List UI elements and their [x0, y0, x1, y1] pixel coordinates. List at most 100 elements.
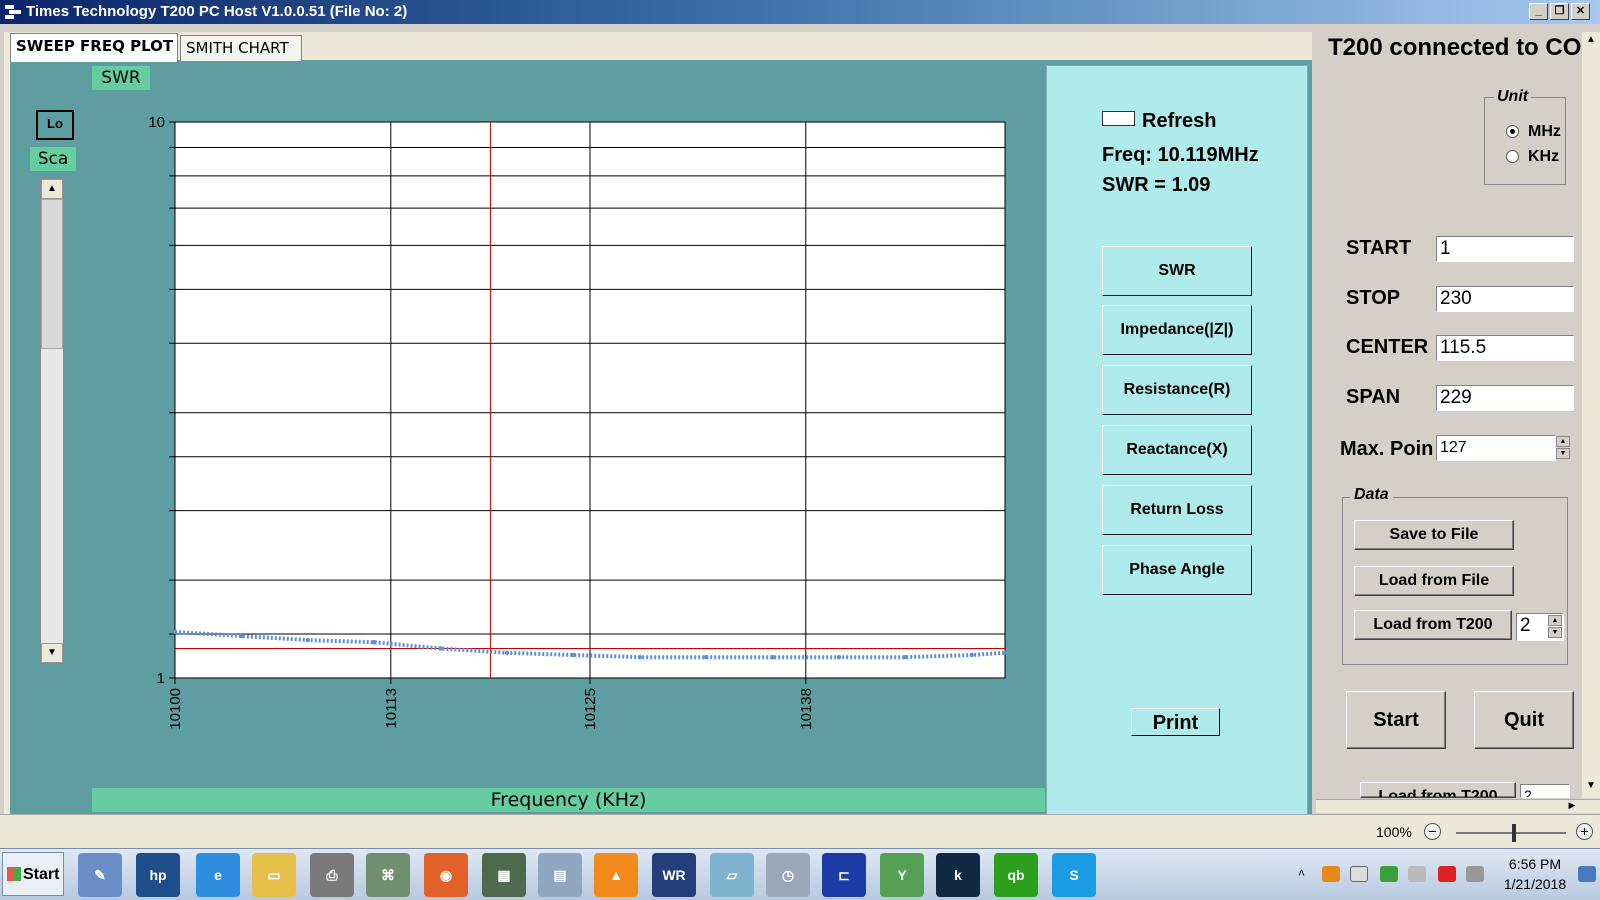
swr-data-point: [504, 650, 510, 656]
scrollbar-thumb[interactable]: [41, 199, 63, 349]
swr-mode-button[interactable]: SWR: [1102, 246, 1252, 296]
tray-mail-icon[interactable]: [1438, 866, 1456, 882]
unit-group: [1484, 97, 1566, 185]
network-icon[interactable]: [1466, 866, 1484, 882]
clock-time[interactable]: 6:56 PM: [1502, 856, 1568, 872]
max-points-up-icon[interactable]: ▲: [1556, 436, 1570, 447]
scroll-right-arrow-icon[interactable]: ▶: [1564, 800, 1580, 813]
plot-mode-label: SWR: [92, 66, 150, 90]
quit-button[interactable]: Quit: [1474, 691, 1574, 749]
title-bar: Times Technology T200 PC Host V1.0.0.51 …: [0, 0, 1600, 24]
load-from-file-button[interactable]: Load from File: [1354, 566, 1514, 596]
scroll-down-arrow-icon[interactable]: ▼: [41, 643, 63, 663]
file-number-down-icon[interactable]: ▼: [1548, 627, 1562, 638]
max-points-label: Max. Poin: [1340, 438, 1434, 460]
swr-data-point: [969, 652, 974, 658]
zoom-slider-thumb[interactable]: [1512, 824, 1516, 842]
restore-button[interactable]: ❐: [1550, 3, 1569, 20]
stop-input[interactable]: 230: [1436, 286, 1574, 312]
tab-smith-chart[interactable]: SMITH CHART: [180, 35, 302, 61]
file-number-input-partial[interactable]: 2: [1520, 784, 1570, 798]
y-tick-label: 10: [148, 114, 165, 131]
tray-expand-icon[interactable]: ˄: [1298, 866, 1316, 882]
winrar-icon[interactable]: WR: [652, 853, 696, 897]
print-button[interactable]: Print: [1131, 708, 1220, 736]
max-points-down-icon[interactable]: ▼: [1556, 448, 1570, 459]
clock-date[interactable]: 1/21/2018: [1502, 876, 1568, 892]
zoom-level: 100%: [1376, 824, 1412, 840]
start-button[interactable]: Start: [2, 852, 64, 896]
refresh-checkbox[interactable]: [1102, 111, 1135, 126]
tab-sweep-freq-plot[interactable]: SWEEP FREQ PLOT: [10, 33, 178, 62]
swr-data-point: [305, 637, 310, 643]
printer-icon[interactable]: ⎙: [310, 853, 354, 897]
swr-data-point: [372, 639, 377, 645]
return-loss-mode-button[interactable]: Return Loss: [1102, 485, 1252, 535]
mhz-radio[interactable]: [1506, 125, 1519, 138]
zoom-out-icon[interactable]: −: [1424, 823, 1441, 840]
internet-explorer-icon[interactable]: e: [196, 853, 240, 897]
tray-app-icon[interactable]: [1322, 866, 1340, 882]
stopwatch-icon[interactable]: ◷: [766, 853, 810, 897]
control-panel-hscrollbar[interactable]: ▶: [1316, 799, 1600, 813]
scanner-icon[interactable]: ✎: [78, 853, 122, 897]
skype-icon[interactable]: S: [1052, 853, 1096, 897]
unit-group-legend: Unit: [1494, 88, 1532, 106]
scroll-down-arrow-icon[interactable]: ▼: [1583, 780, 1599, 796]
scale-scrollbar[interactable]: ▲ ▼: [40, 178, 64, 664]
antenna-app-icon[interactable]: Y: [880, 853, 924, 897]
max-points-input[interactable]: 127: [1436, 435, 1556, 461]
swr-data-point: [172, 629, 178, 635]
zoom-in-icon[interactable]: +: [1576, 823, 1593, 840]
quickbooks-icon[interactable]: qb: [994, 853, 1038, 897]
notes-icon[interactable]: ▱: [710, 853, 754, 897]
hp-icon[interactable]: hp: [136, 853, 180, 897]
calculator-icon[interactable]: ▤: [538, 853, 582, 897]
network-app-icon[interactable]: ⌘: [366, 853, 410, 897]
scroll-up-arrow-icon[interactable]: ▲: [1583, 34, 1599, 50]
save-to-file-button[interactable]: Save to File: [1354, 520, 1514, 550]
zoom-slider[interactable]: [1456, 832, 1566, 834]
span-label: SPAN: [1346, 386, 1401, 408]
span-input[interactable]: 229: [1436, 385, 1574, 411]
swr-data-point: [637, 654, 642, 660]
file-explorer-icon[interactable]: ▭: [252, 853, 296, 897]
resistance-mode-button[interactable]: Resistance(R): [1102, 365, 1252, 415]
start-sweep-button[interactable]: Start: [1346, 691, 1446, 749]
data-group-legend: Data: [1350, 486, 1393, 504]
laptop-icon[interactable]: ▦: [482, 853, 526, 897]
load-from-t200-button-partial[interactable]: Load from T200: [1360, 782, 1516, 798]
minimize-button[interactable]: _: [1529, 3, 1548, 20]
reactance-mode-button[interactable]: Reactance(X): [1102, 425, 1252, 475]
impedance-mode-button[interactable]: Impedance(|Z|): [1102, 305, 1252, 355]
x-tick-label: 10138: [798, 688, 815, 730]
phase-angle-mode-button[interactable]: Phase Angle: [1102, 545, 1252, 595]
notification-icon[interactable]: [1578, 866, 1596, 882]
start-label: START: [1346, 237, 1412, 259]
scale-label: Sca: [30, 147, 76, 171]
windows-logo-icon: [7, 867, 21, 881]
firefox-icon[interactable]: ◉: [424, 853, 468, 897]
swr-chart: 10100 10113 10125 10138 10 1: [148, 114, 1008, 730]
vlc-icon[interactable]: ▲: [594, 853, 638, 897]
status-bar: [0, 814, 1600, 848]
tray-security-icon[interactable]: [1380, 866, 1398, 882]
mhz-radio-label: MHz: [1528, 123, 1561, 140]
scroll-up-arrow-icon[interactable]: ▲: [41, 179, 63, 199]
center-input[interactable]: 115.5: [1436, 335, 1574, 361]
start-input[interactable]: 1: [1436, 236, 1574, 262]
t200-host-icon[interactable]: ⊏: [822, 853, 866, 897]
swr-readout: SWR = 1.09: [1102, 174, 1211, 196]
tray-device-icon[interactable]: [1350, 866, 1368, 882]
start-label: Start: [23, 866, 60, 883]
kindle-icon[interactable]: k: [936, 853, 980, 897]
control-panel-scrollbar[interactable]: ▲ ▼: [1582, 32, 1600, 798]
close-button[interactable]: ✕: [1571, 3, 1590, 20]
load-from-t200-button[interactable]: Load from T200: [1354, 610, 1512, 640]
log-scale-button[interactable]: Lo: [36, 110, 74, 140]
freq-readout: Freq: 10.119MHz: [1102, 144, 1259, 166]
khz-radio[interactable]: [1506, 150, 1519, 163]
file-number-up-icon[interactable]: ▲: [1548, 615, 1562, 626]
refresh-label: Refresh: [1142, 110, 1217, 132]
volume-icon[interactable]: [1408, 866, 1426, 882]
